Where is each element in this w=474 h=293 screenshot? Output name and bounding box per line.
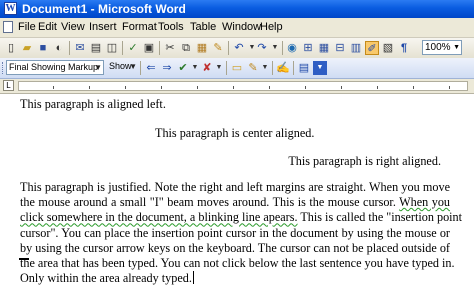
menu-bar: File Edit View Insert Format Tools Table… xyxy=(0,18,474,38)
zoom-dropdown-spacer xyxy=(409,41,423,55)
ruler-track[interactable] xyxy=(18,81,468,91)
zoom-value: 100% xyxy=(425,42,451,53)
hyperlink-icon[interactable]: ◉ xyxy=(285,41,299,55)
undo-icon[interactable]: ↶ xyxy=(232,41,246,55)
copy-icon[interactable]: ⧉ xyxy=(179,41,193,55)
document-map-icon[interactable]: ▧ xyxy=(381,41,395,55)
menu-file[interactable]: File xyxy=(18,21,36,34)
cut-icon[interactable]: ✂ xyxy=(163,41,177,55)
toolbar-grip[interactable] xyxy=(2,62,5,74)
menu-window[interactable]: Window xyxy=(222,21,261,34)
next-change-icon[interactable]: ⇒ xyxy=(160,61,174,75)
email-icon[interactable]: ✉ xyxy=(73,41,87,55)
menu-view[interactable]: View xyxy=(61,21,85,34)
justified-line-5: by using the cursor arrow keys on the ke… xyxy=(20,240,450,255)
toolbar-options-icon[interactable]: ▼ xyxy=(313,61,327,75)
reviewing-pane-icon[interactable]: ▤ xyxy=(297,61,311,75)
end-of-document-mark xyxy=(19,258,29,260)
menu-tools[interactable]: Tools xyxy=(158,21,184,34)
document-body[interactable]: This paragraph is aligned left. This par… xyxy=(0,94,474,293)
justified-line-1: This paragraph is justified. Note the ri… xyxy=(20,180,450,194)
research-icon[interactable]: ▣ xyxy=(142,41,156,55)
paste-icon[interactable]: ▦ xyxy=(195,41,209,55)
new-comment-icon[interactable]: ▭ xyxy=(230,61,244,75)
display-for-review-select[interactable]: Final Showing Markup ▼ xyxy=(6,60,104,75)
line-2-text: the mouse around a small "I" beam moves … xyxy=(20,195,396,210)
show-menu-button[interactable]: Show ▼ xyxy=(107,60,137,75)
highlight-dropdown-icon[interactable]: ▼ xyxy=(258,61,272,75)
line-7-text: Only within the area already typed. xyxy=(20,271,192,286)
redo-icon[interactable]: ↷ xyxy=(255,41,269,55)
show-dropdown-icon[interactable]: ▼ xyxy=(129,60,137,73)
justified-line-2: the mouse around a small "I" beam moves … xyxy=(20,195,450,210)
menu-insert[interactable]: Insert xyxy=(89,21,117,34)
open-folder-icon[interactable]: ▰ xyxy=(20,41,34,55)
reject-dropdown-icon[interactable]: ▼ xyxy=(212,61,226,75)
menu-edit[interactable]: Edit xyxy=(38,21,57,34)
track-changes-icon[interactable]: ✍ xyxy=(276,61,290,75)
justified-line-7: Only within the area already typed. xyxy=(20,271,450,286)
paragraph-center-aligned: This paragraph is center aligned. xyxy=(155,126,315,140)
grammar-flagged-text: When you xyxy=(399,195,451,210)
justified-line-4: cursor". You can place the insertion poi… xyxy=(20,225,450,240)
drawing-icon[interactable]: ✐ xyxy=(365,41,379,55)
menu-table[interactable]: Table xyxy=(190,21,216,34)
redo-dropdown-icon[interactable]: ▼ xyxy=(268,41,282,55)
paragraph-left-aligned: This paragraph is aligned left. xyxy=(20,97,166,111)
paragraph-justified: This paragraph is justified. Note the ri… xyxy=(20,180,462,286)
display-mode-dropdown-icon[interactable]: ▼ xyxy=(94,61,102,74)
paragraph-right-aligned: This paragraph is right aligned. xyxy=(288,154,441,168)
insert-excel-icon[interactable]: ⊟ xyxy=(333,41,347,55)
spelling-grammar-icon[interactable]: ✓ xyxy=(126,41,140,55)
insertion-point-cursor xyxy=(192,271,194,285)
zoom-select[interactable]: 100% ▼ xyxy=(422,40,462,55)
word-app-icon[interactable]: W xyxy=(4,2,17,15)
standard-toolbar: ▯ ▰ ■ ◐ ✉ ▤ ◫ ✓ ▣ ✂ ⧉ ▦ ✎ ↶ ▼ ↷ ▼ ◉ ⊞ ▦ … xyxy=(0,38,474,59)
print-preview-icon[interactable]: ◫ xyxy=(105,41,119,55)
line-3-text: This is called the "insertion point xyxy=(300,210,463,225)
grammar-flagged-text-2: click somewhere in the document, a blink… xyxy=(20,210,298,225)
new-document-icon[interactable]: ▯ xyxy=(4,41,18,55)
columns-icon[interactable]: ▥ xyxy=(349,41,363,55)
display-mode-value: Final Showing Markup xyxy=(9,62,99,72)
justified-line-3: click somewhere in the document, a blink… xyxy=(20,210,462,225)
permission-icon[interactable]: ◐ xyxy=(52,41,66,55)
window-title: Document1 - Microsoft Word xyxy=(22,2,186,16)
menu-format[interactable]: Format xyxy=(122,21,157,34)
insert-table-icon[interactable]: ▦ xyxy=(317,41,331,55)
reviewing-toolbar: Final Showing Markup ▼ Show ▼ ⇐ ⇒ ✔ ▼ ✘ … xyxy=(0,58,474,79)
document-menu-icon[interactable] xyxy=(3,21,13,33)
menu-help[interactable]: Help xyxy=(260,21,283,34)
tables-borders-icon[interactable]: ⊞ xyxy=(301,41,315,55)
format-painter-icon[interactable]: ✎ xyxy=(211,41,225,55)
zoom-dropdown-icon[interactable]: ▼ xyxy=(453,41,460,54)
horizontal-ruler[interactable]: L xyxy=(0,79,474,94)
save-icon[interactable]: ■ xyxy=(36,41,50,55)
title-bar[interactable]: W Document1 - Microsoft Word xyxy=(0,0,474,18)
justified-line-6: the area that has been typed. You can no… xyxy=(20,256,455,271)
previous-change-icon[interactable]: ⇐ xyxy=(144,61,158,75)
print-icon[interactable]: ▤ xyxy=(89,41,103,55)
tab-selector-icon[interactable]: L xyxy=(3,80,14,91)
